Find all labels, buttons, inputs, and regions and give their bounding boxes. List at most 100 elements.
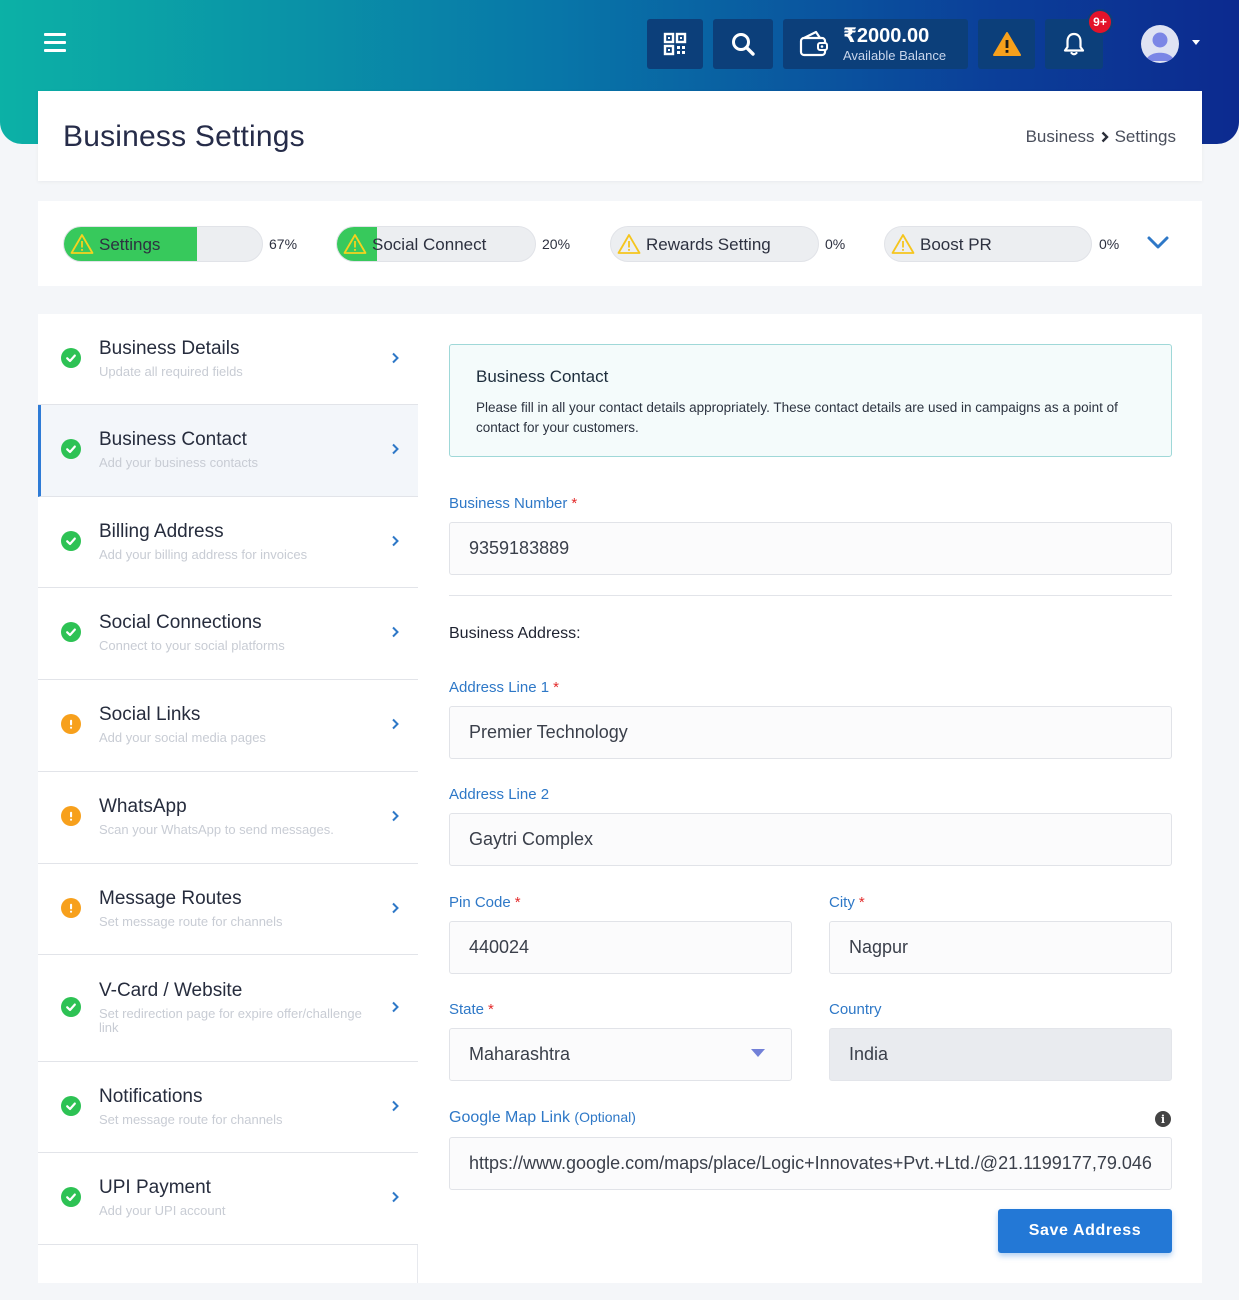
sidebar-item-billing-address[interactable]: Billing Address Add your billing address … [38, 497, 418, 588]
sidebar-item-message-routes[interactable]: Message Routes Set message route for chan… [38, 864, 418, 955]
sidebar-item-v-card-website[interactable]: V-Card / Website Set redirection page for… [38, 955, 418, 1062]
info-icon[interactable]: i [1155, 1111, 1171, 1127]
sidebar-item-title: Message Routes [99, 888, 242, 909]
sidebar-item-title: WhatsApp [99, 796, 187, 817]
sidebar-item-title: V-Card / Website [99, 980, 243, 1001]
sidebar-item-subtitle: Set message route for channels [99, 914, 283, 929]
info-callout: Business Contact Please fill in all your… [449, 344, 1172, 457]
label-text: Google Map Link [449, 1109, 570, 1126]
business-number-input[interactable] [449, 522, 1172, 575]
country-label: Country [829, 1001, 882, 1018]
sidebar-item-social-connections[interactable]: Social Connections Connect to your social… [38, 588, 418, 680]
sidebar-item-subtitle: Update all required fields [99, 364, 243, 379]
sidebar-item-whatsapp[interactable]: WhatsApp Scan your WhatsApp to send messa… [38, 772, 418, 864]
info-title: Business Contact [476, 367, 609, 386]
check-circle-icon [61, 1096, 81, 1116]
label-text: Pin Code [449, 894, 511, 911]
check-circle-icon [61, 622, 81, 642]
required-mark: * [571, 495, 578, 512]
progress-label: Rewards Setting [646, 235, 771, 254]
breadcrumb-settings: Settings [1114, 127, 1176, 146]
alert-button[interactable] [978, 19, 1035, 69]
qr-code-icon [663, 32, 687, 56]
chevron-down-icon[interactable] [1146, 233, 1170, 253]
sidebar-item-business-contact[interactable]: Business Contact Add your business contac… [38, 405, 418, 497]
progress-pill-rewards-setting[interactable]: Rewards Setting [610, 226, 819, 262]
setup-progress-card: Settings 67% Social Connect 20% Rewards … [38, 201, 1202, 286]
progress-percent: 0% [1099, 236, 1120, 252]
warning-icon [891, 234, 915, 254]
sidebar-item-subtitle: Set message route for channels [99, 1112, 283, 1127]
sidebar-item-title: Social Links [99, 704, 201, 725]
progress-pill-boost-pr[interactable]: Boost PR [884, 226, 1092, 262]
check-circle-icon [61, 997, 81, 1017]
warning-icon [343, 234, 367, 254]
qr-code-button[interactable] [647, 19, 703, 69]
chevron-right-icon [392, 626, 399, 638]
required-mark: * [553, 679, 559, 696]
google-map-link-input[interactable] [449, 1137, 1172, 1190]
progress-label: Settings [99, 235, 161, 254]
alert-circle-icon [61, 806, 81, 826]
city-input[interactable] [829, 921, 1172, 974]
address-line-1-input[interactable] [449, 706, 1172, 759]
progress-label: Social Connect [372, 235, 487, 254]
alert-circle-icon [61, 714, 81, 734]
label-text: City [829, 894, 855, 911]
country-input [829, 1028, 1172, 1081]
divider [449, 595, 1172, 596]
wallet-icon [799, 30, 828, 57]
sidebar-item-subtitle: Connect to your social platforms [99, 638, 285, 653]
address-line-2-label: Address Line 2 [449, 786, 550, 803]
page-title: Business Settings [63, 120, 305, 153]
notification-count-badge: 9+ [1087, 9, 1113, 35]
progress-percent: 67% [269, 236, 298, 252]
business-contact-form: Business Contact Please fill in all your… [418, 314, 1202, 1283]
check-circle-icon [61, 1187, 81, 1207]
chevron-right-icon [392, 1100, 399, 1112]
sidebar-item-subtitle: Add your billing address for invoices [99, 547, 308, 562]
state-select[interactable]: Maharashtra [449, 1028, 792, 1081]
breadcrumb: Business Settings [1026, 127, 1176, 147]
bell-icon [1063, 32, 1085, 56]
sidebar-item-title: Notifications [99, 1086, 203, 1107]
page-header-card: Business Settings Business Settings [38, 91, 1202, 181]
info-text: Please fill in all your contact details … [476, 400, 1118, 435]
settings-sidebar: Business Details Update all required fiel… [38, 314, 418, 1283]
sidebar-item-upi-payment[interactable]: UPI Payment Add your UPI account [38, 1153, 418, 1245]
wallet-caption: Available Balance [843, 48, 947, 63]
required-mark: * [858, 894, 865, 911]
progress-percent: 0% [825, 236, 846, 252]
user-icon [1146, 32, 1174, 61]
check-circle-icon [61, 348, 81, 368]
optional-text: (Optional) [574, 1109, 636, 1125]
sidebar-item-subtitle: Add your UPI account [99, 1203, 226, 1218]
sidebar-item-business-details[interactable]: Business Details Update all required fiel… [38, 314, 418, 405]
progress-pill-social-connect[interactable]: Social Connect [336, 226, 536, 262]
save-address-button[interactable]: Save Address [998, 1209, 1172, 1253]
required-mark: * [514, 894, 521, 911]
address-line-2-input[interactable] [449, 813, 1172, 866]
search-button[interactable] [713, 19, 773, 69]
wallet-amount: ₹2000.00 [843, 25, 930, 47]
wallet-balance-button[interactable]: ₹2000.00 Available Balance [783, 19, 968, 69]
label-text: Business Number [449, 495, 568, 512]
breadcrumb-business[interactable]: Business [1026, 127, 1095, 147]
warning-icon [617, 234, 641, 254]
profile-dropdown-icon[interactable] [1192, 40, 1200, 45]
check-circle-icon [61, 531, 81, 551]
pin-code-input[interactable] [449, 921, 792, 974]
sidebar-item-social-links[interactable]: Social Links Add your social media pages [38, 680, 418, 772]
sidebar-item-subtitle: Scan your WhatsApp to send messages. [99, 822, 334, 837]
avatar[interactable] [1141, 25, 1179, 63]
chevron-right-icon [392, 443, 399, 455]
menu-icon[interactable] [44, 33, 66, 53]
sidebar-item-notifications[interactable]: Notifications Set message route for chann… [38, 1062, 418, 1153]
city-label: City * [829, 894, 865, 911]
sidebar-item-title: UPI Payment [99, 1177, 211, 1198]
settings-panel: Business Details Update all required fiel… [38, 314, 1202, 1283]
state-selected-value: Maharashtra [469, 1044, 571, 1064]
sidebar-item-title: Business Contact [99, 429, 247, 450]
progress-pill-settings[interactable]: Settings [63, 226, 263, 262]
sidebar-item-title: Billing Address [99, 521, 224, 542]
